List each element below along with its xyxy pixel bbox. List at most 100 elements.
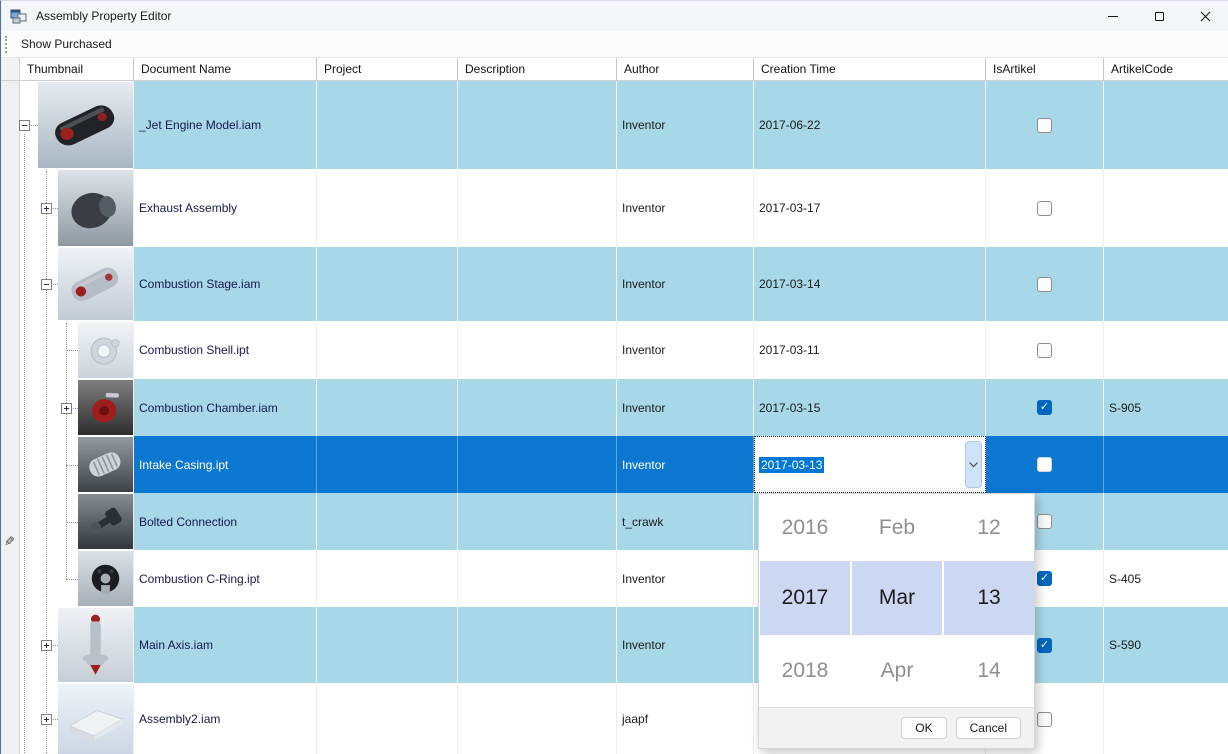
picker-option-month-Apr[interactable]: Apr: [852, 635, 942, 707]
picker-option-year-2016[interactable]: 2016: [760, 494, 850, 561]
isartikel-checkbox[interactable]: [1037, 457, 1052, 472]
cell-isartikel[interactable]: [986, 81, 1104, 169]
cell-name[interactable]: _Jet Engine Model.iam: [134, 81, 317, 169]
cell-name[interactable]: Intake Casing.ipt: [134, 436, 317, 493]
cell-author[interactable]: Inventor: [617, 81, 754, 169]
picker-option-year-2018[interactable]: 2018: [760, 635, 850, 707]
cell-description[interactable]: [458, 436, 617, 493]
cell-artikelcode[interactable]: S-590: [1104, 607, 1228, 683]
picker-option-year-2017[interactable]: 2017: [760, 561, 850, 635]
cell-isartikel[interactable]: [986, 247, 1104, 321]
column-header-artikelcode[interactable]: ArtikelCode: [1104, 58, 1228, 81]
cell-name[interactable]: Combustion C-Ring.ipt: [134, 550, 317, 607]
cell-author[interactable]: Inventor: [617, 436, 754, 493]
cell-artikelcode[interactable]: S-405: [1104, 550, 1228, 607]
editor-dropdown-button[interactable]: [965, 441, 982, 488]
cell-project[interactable]: [317, 379, 458, 436]
cell-creation[interactable]: 2017-03-17: [754, 169, 986, 247]
cell-author[interactable]: Inventor: [617, 550, 754, 607]
cell-project[interactable]: [317, 607, 458, 683]
cell-isartikel[interactable]: [986, 436, 1104, 493]
cell-creation[interactable]: 2017-03-14: [754, 247, 986, 321]
cell-name[interactable]: Combustion Stage.iam: [134, 247, 317, 321]
cell-project[interactable]: [317, 683, 458, 754]
cell-name[interactable]: Combustion Chamber.iam: [134, 379, 317, 436]
picker-option-month-Feb[interactable]: Feb: [852, 494, 942, 561]
table-row-8[interactable]: Combustion C-Ring.iptInventor✓S-405: [20, 550, 1228, 607]
show-purchased-button[interactable]: Show Purchased: [15, 34, 118, 54]
column-header-author[interactable]: Author: [617, 58, 754, 81]
isartikel-checkbox[interactable]: [1037, 201, 1052, 216]
collapse-minus-icon[interactable]: [41, 279, 52, 290]
table-row-10[interactable]: Assembly2.iam jaapf: [20, 683, 1228, 754]
isartikel-checkbox[interactable]: ✓: [1037, 638, 1052, 653]
minimize-button[interactable]: [1090, 1, 1136, 31]
cell-author[interactable]: t_crawk: [617, 493, 754, 550]
collapse-minus-icon[interactable]: [19, 120, 30, 131]
ok-button[interactable]: OK: [901, 717, 946, 739]
picker-option-day-14[interactable]: 14: [944, 635, 1034, 707]
cell-creation[interactable]: 2017-03-11: [754, 321, 986, 379]
cell-author[interactable]: Inventor: [617, 379, 754, 436]
cell-artikelcode[interactable]: [1104, 81, 1228, 169]
cell-artikelcode[interactable]: [1104, 683, 1228, 754]
cell-creation[interactable]: 2017-06-22: [754, 81, 986, 169]
cell-artikelcode[interactable]: [1104, 169, 1228, 247]
cell-author[interactable]: jaapf: [617, 683, 754, 754]
cell-author[interactable]: Inventor: [617, 321, 754, 379]
cell-name[interactable]: Assembly2.iam: [134, 683, 317, 754]
cell-author[interactable]: Inventor: [617, 169, 754, 247]
cell-name[interactable]: Bolted Connection: [134, 493, 317, 550]
cell-description[interactable]: [458, 493, 617, 550]
cell-project[interactable]: [317, 169, 458, 247]
cell-project[interactable]: [317, 247, 458, 321]
cell-project[interactable]: [317, 321, 458, 379]
column-header-thumbnail[interactable]: Thumbnail: [20, 58, 134, 81]
cell-artikelcode[interactable]: [1104, 493, 1228, 550]
column-header-description[interactable]: Description: [458, 58, 617, 81]
isartikel-checkbox[interactable]: [1037, 712, 1052, 727]
cell-project[interactable]: [317, 493, 458, 550]
cell-description[interactable]: [458, 683, 617, 754]
cell-project[interactable]: [317, 436, 458, 493]
table-row-7[interactable]: Bolted Connection t_crawk: [20, 493, 1228, 550]
isartikel-checkbox[interactable]: ✓: [1037, 400, 1052, 415]
cell-artikelcode[interactable]: S-905: [1104, 379, 1228, 436]
picker-option-day-12[interactable]: 12: [944, 494, 1034, 561]
cell-isartikel[interactable]: [986, 321, 1104, 379]
table-row-2[interactable]: Exhaust Assembly Inventor2017-03-17: [20, 169, 1228, 247]
table-row-4[interactable]: Combustion Shell.iptInventor2017-03-11: [20, 321, 1228, 379]
expand-plus-icon[interactable]: [41, 714, 52, 725]
column-header-creation[interactable]: Creation Time: [754, 58, 986, 81]
column-header-project[interactable]: Project: [317, 58, 458, 81]
title-bar[interactable]: Assembly Property Editor: [1, 1, 1228, 31]
column-header-name[interactable]: Document Name: [134, 58, 317, 81]
picker-option-day-13[interactable]: 13: [944, 561, 1034, 635]
cell-artikelcode[interactable]: [1104, 436, 1228, 493]
isartikel-checkbox[interactable]: [1037, 118, 1052, 133]
maximize-button[interactable]: [1136, 1, 1182, 31]
cell-description[interactable]: [458, 550, 617, 607]
isartikel-checkbox[interactable]: [1037, 343, 1052, 358]
close-button[interactable]: [1182, 1, 1228, 31]
creation-time-editor[interactable]: 2017-03-13: [754, 436, 986, 493]
isartikel-checkbox[interactable]: [1037, 514, 1052, 529]
cell-thumbnail[interactable]: [20, 169, 134, 247]
cell-description[interactable]: [458, 379, 617, 436]
creation-time-editor-value[interactable]: 2017-03-13: [759, 457, 824, 473]
cell-description[interactable]: [458, 169, 617, 247]
cell-description[interactable]: [458, 247, 617, 321]
cell-name[interactable]: Main Axis.iam: [134, 607, 317, 683]
column-header-isartikel[interactable]: IsArtikel: [986, 58, 1104, 81]
cell-project[interactable]: [317, 550, 458, 607]
cell-project[interactable]: [317, 81, 458, 169]
cell-name[interactable]: Exhaust Assembly: [134, 169, 317, 247]
cell-description[interactable]: [458, 321, 617, 379]
cell-description[interactable]: [458, 81, 617, 169]
cancel-button[interactable]: Cancel: [956, 717, 1021, 739]
expand-plus-icon[interactable]: [41, 203, 52, 214]
cell-creation[interactable]: 2017-03-15: [754, 379, 986, 436]
cell-artikelcode[interactable]: [1104, 321, 1228, 379]
cell-thumbnail[interactable]: [20, 247, 134, 321]
cell-isartikel[interactable]: [986, 169, 1104, 247]
